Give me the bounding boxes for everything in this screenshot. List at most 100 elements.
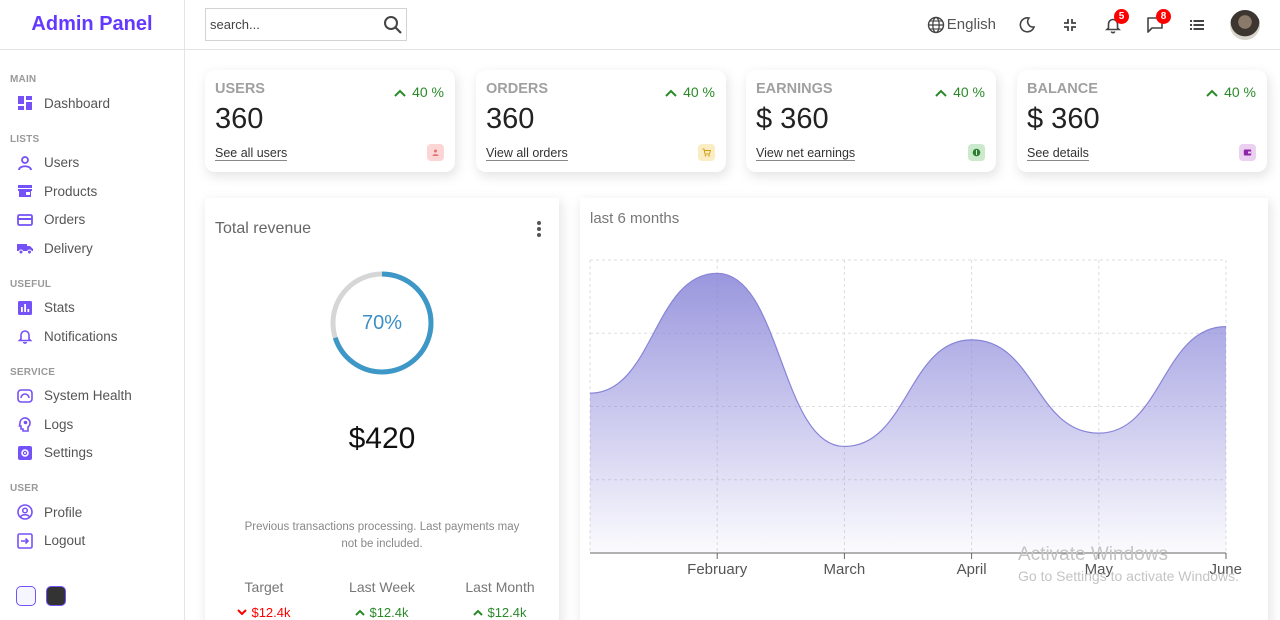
more-vert-icon[interactable] xyxy=(537,220,541,243)
sidebar-item-users[interactable]: Users xyxy=(0,149,184,178)
credit-card-icon xyxy=(16,211,34,229)
x-tick-label: March xyxy=(824,561,866,578)
sidebar-item-stats[interactable]: Stats xyxy=(0,294,184,323)
logo[interactable]: Admin Panel xyxy=(31,13,152,36)
featured-revenue-card: Total revenue 70% $420 Previous transact… xyxy=(205,198,559,620)
chevron-up-icon xyxy=(355,609,366,616)
truck-icon xyxy=(16,239,34,257)
widget-percentage-value: 40 % xyxy=(953,84,985,100)
sidebar-item-label: Orders xyxy=(44,212,86,228)
list-icon xyxy=(1188,16,1206,34)
widget-percentage: 40 % xyxy=(665,84,715,100)
arrow-up-icon xyxy=(935,84,947,100)
sidebar-item-label: Stats xyxy=(44,300,75,316)
section-title-lists: LISTS xyxy=(10,133,40,145)
logo-container: Admin Panel xyxy=(0,0,184,50)
widget-value: 360 xyxy=(215,103,264,135)
avatar[interactable] xyxy=(1230,9,1260,40)
progress-label: 70% xyxy=(361,311,403,334)
summary-title: Target xyxy=(244,579,284,595)
search-box xyxy=(205,8,407,41)
sidebar-item-profile[interactable]: Profile xyxy=(0,498,184,527)
summary-value-text: $12.4k xyxy=(369,605,409,620)
search-icon[interactable] xyxy=(383,15,403,35)
sidebar-item-notifications[interactable]: Notifications xyxy=(0,322,184,351)
widget-link[interactable]: See details xyxy=(1027,146,1089,161)
section-title-service: SERVICE xyxy=(10,366,56,378)
chevron-down-icon xyxy=(237,609,248,616)
sidebar-item-settings[interactable]: Settings xyxy=(0,439,184,468)
widget-link[interactable]: View all orders xyxy=(486,146,568,161)
sidebar-item-system-health[interactable]: System Health xyxy=(0,382,184,411)
language-selector[interactable]: English xyxy=(927,16,996,34)
summary-title: Last Month xyxy=(465,579,535,595)
search-input[interactable] xyxy=(210,17,375,32)
logout-icon xyxy=(16,532,34,550)
featured-amount: $420 xyxy=(348,422,416,455)
widget-percentage-value: 40 % xyxy=(1224,84,1256,100)
fullscreen-exit-icon xyxy=(1062,17,1078,33)
sidebar-item-label: Delivery xyxy=(44,240,93,256)
summary-value-text: $12.4k xyxy=(487,605,527,620)
widget-percentage: 40 % xyxy=(394,84,444,100)
widget-percentage: 40 % xyxy=(935,84,985,100)
notifications-button[interactable]: 5 xyxy=(1104,8,1129,34)
language-label: English xyxy=(946,16,996,33)
widget-percentage-value: 40 % xyxy=(412,84,444,100)
sidebar-menu: MAIN Dashboard LISTS Users Products Orde… xyxy=(0,74,184,555)
cart-icon xyxy=(698,144,715,161)
x-tick-label: April xyxy=(957,561,987,578)
summary-value: $12.4k xyxy=(445,605,555,620)
dark-theme-button[interactable] xyxy=(46,586,66,606)
user-icon xyxy=(16,154,34,172)
sidebar-item-label: Profile xyxy=(44,504,83,520)
person-icon xyxy=(427,144,444,161)
widget-title: EARNINGS xyxy=(756,81,833,97)
section-title-main: MAIN xyxy=(10,74,37,85)
light-theme-button[interactable] xyxy=(16,586,36,606)
fullscreen-exit-button[interactable] xyxy=(1062,17,1078,33)
arrow-up-icon xyxy=(1206,84,1218,100)
dashboard-icon xyxy=(16,94,34,112)
summary-value: $12.4k xyxy=(209,605,319,620)
navbar: English 5 8 xyxy=(185,0,1280,50)
x-tick-label: May xyxy=(1085,561,1114,578)
summary-title: Last Week xyxy=(349,579,415,595)
widget-link[interactable]: View net earnings xyxy=(756,146,856,161)
sidebar-item-logs[interactable]: Logs xyxy=(0,410,184,439)
sidebar-item-products[interactable]: Products xyxy=(0,177,184,206)
section-title-useful: USEFUL xyxy=(10,278,52,290)
sidebar-item-logout[interactable]: Logout xyxy=(0,527,184,556)
section-title-user: USER xyxy=(10,483,39,494)
widget-link[interactable]: See all users xyxy=(215,146,288,161)
sidebar-item-dashboard[interactable]: Dashboard xyxy=(0,89,184,118)
moon-icon xyxy=(1018,16,1036,34)
system-health-icon xyxy=(16,387,34,405)
featured-title: Total revenue xyxy=(215,220,312,237)
theme-switcher xyxy=(16,586,66,606)
globe-icon xyxy=(927,16,945,34)
dark-mode-toggle[interactable] xyxy=(1018,16,1036,34)
widget-value: $ 360 xyxy=(1027,103,1100,135)
psychology-icon xyxy=(16,415,34,433)
messages-button[interactable]: 8 xyxy=(1146,8,1171,34)
dollar-icon xyxy=(968,144,985,161)
arrow-up-icon xyxy=(665,84,677,100)
sidebar-item-orders[interactable]: Orders xyxy=(0,206,184,235)
widget-value: 360 xyxy=(486,103,535,135)
sidebar-item-label: Notifications xyxy=(44,328,118,344)
notifications-counter: 5 xyxy=(1114,8,1129,24)
sidebar: Admin Panel MAIN Dashboard LISTS Users P… xyxy=(0,0,185,620)
nav-items: English 5 8 xyxy=(905,8,1260,40)
sidebar-item-delivery[interactable]: Delivery xyxy=(0,234,184,263)
widget-balance: BALANCE $ 360 See details 40 % xyxy=(1017,70,1267,172)
list-menu-button[interactable] xyxy=(1188,16,1206,34)
arrow-up-icon xyxy=(394,84,406,100)
sidebar-item-label: Products xyxy=(44,183,98,199)
area-chart: February March April May June xyxy=(589,259,1242,578)
wallet-icon xyxy=(1239,144,1256,161)
summary-item-last-week: Last Week $12.4k xyxy=(327,579,437,620)
sidebar-item-label: Logout xyxy=(44,533,86,549)
bell-icon xyxy=(16,327,34,345)
area-fill xyxy=(590,273,1226,553)
